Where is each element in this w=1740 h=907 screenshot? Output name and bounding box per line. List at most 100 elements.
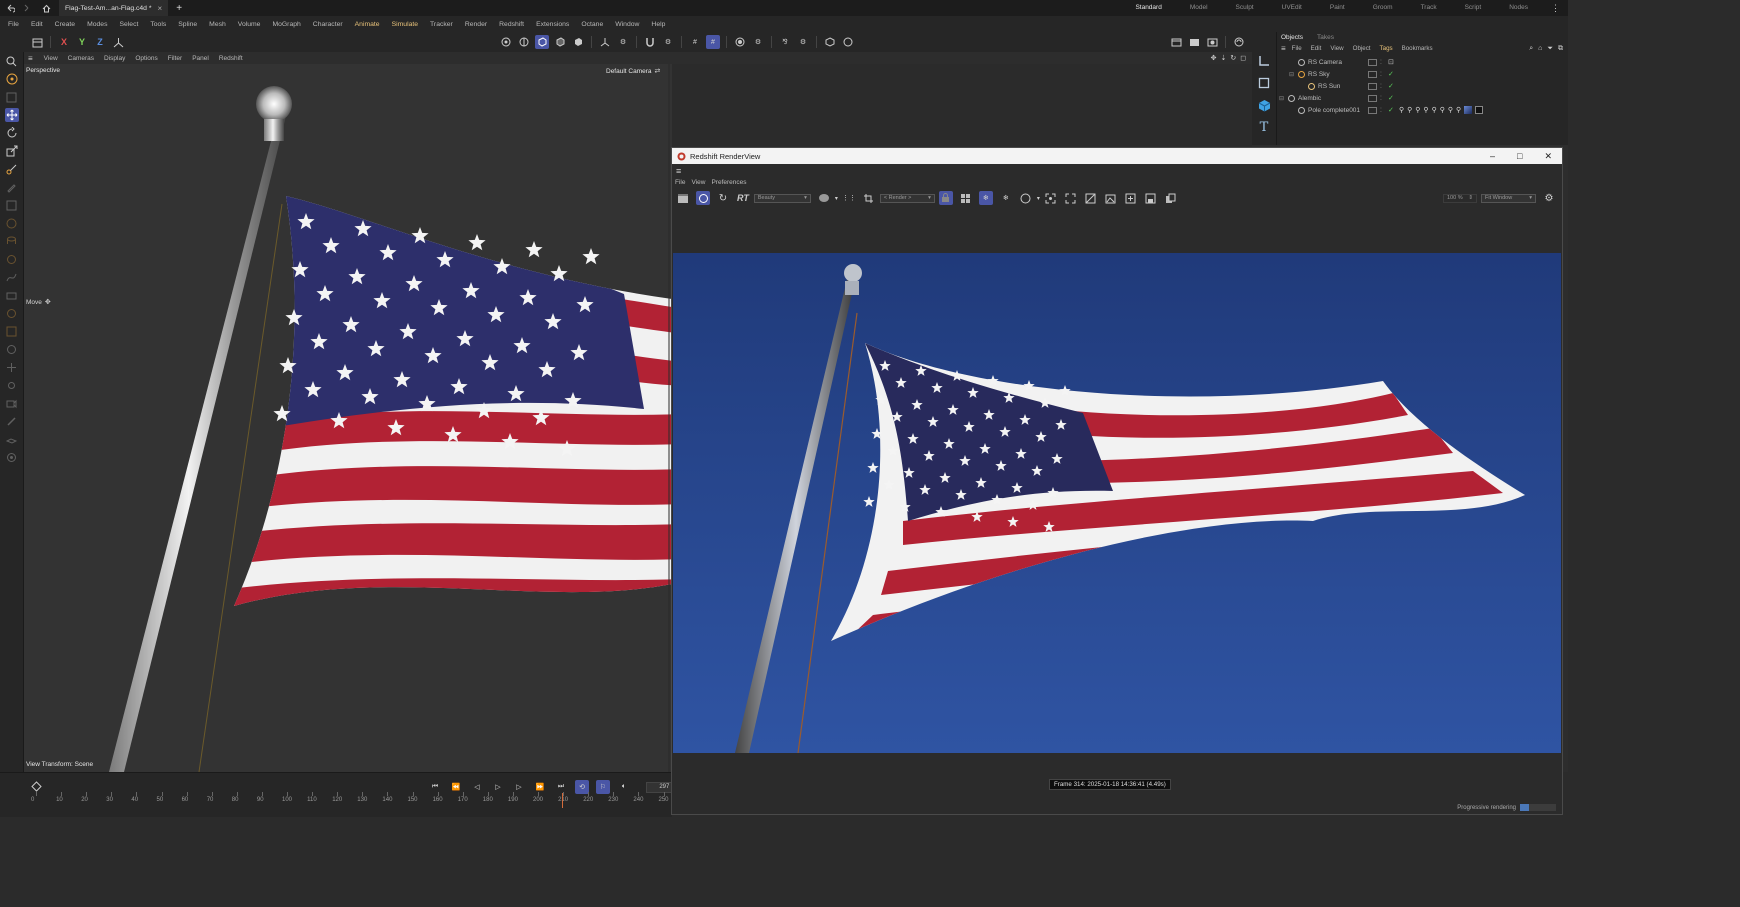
menu-edit[interactable]: Edit — [25, 21, 49, 28]
search-objects-icon[interactable]: ⌕ — [1529, 45, 1533, 53]
extrude-tool-icon[interactable] — [5, 288, 19, 302]
color-mode-arrow-icon[interactable]: ▾ — [835, 195, 838, 202]
om-menu-tags[interactable]: Tags — [1380, 45, 1393, 52]
refresh-render-icon[interactable]: ↻ — [716, 191, 730, 205]
workspace-tab-standard[interactable]: Standard — [1121, 0, 1175, 16]
menu-mograph[interactable]: MoGraph — [266, 21, 306, 28]
save-image-icon[interactable] — [1144, 191, 1158, 205]
menu-character[interactable]: Character — [307, 21, 349, 28]
fit-dropdown[interactable]: Fit Window ▾ — [1481, 193, 1536, 203]
text-spline-icon[interactable]: T — [1257, 120, 1271, 135]
filter-icon[interactable]: ⏷ — [1547, 45, 1553, 53]
viewport-menu-view[interactable]: View — [39, 55, 63, 62]
enabled-check-icon[interactable]: ✓ — [1388, 82, 1396, 90]
tag-icon[interactable]: ⚲ — [1407, 106, 1412, 114]
renderview-menu-file[interactable]: File — [675, 179, 685, 186]
menu-file[interactable]: File — [2, 21, 25, 28]
ipr-toggle-icon[interactable] — [696, 191, 710, 205]
timeline-playhead[interactable] — [562, 793, 563, 808]
rt-toggle[interactable]: RT — [737, 193, 749, 203]
points-mode-icon[interactable] — [553, 35, 567, 49]
render-to-picture-viewer-icon[interactable] — [1187, 35, 1201, 49]
cube-primitive-icon[interactable] — [5, 198, 19, 212]
expand-toggle-icon[interactable]: ⊟ — [1279, 95, 1288, 102]
workspace-tab-paint[interactable]: Paint — [1316, 0, 1359, 16]
menu-window[interactable]: Window — [609, 21, 645, 28]
tag-icon[interactable]: ⚲ — [1456, 106, 1461, 114]
visibility-dots-icon[interactable]: ⁚ — [1380, 95, 1385, 102]
workspace-tab-nodes[interactable]: Nodes — [1495, 0, 1542, 16]
sphere-primitive-icon[interactable] — [5, 216, 19, 230]
add-snapshot-icon[interactable] — [1124, 191, 1138, 205]
compare-icon[interactable] — [1084, 191, 1098, 205]
fit-focus-icon[interactable] — [1044, 191, 1058, 205]
viewport-menu-panel[interactable]: Panel — [187, 55, 214, 62]
menu-render[interactable]: Render — [459, 21, 493, 28]
object-mode-icon[interactable] — [535, 35, 549, 49]
menu-volume[interactable]: Volume — [232, 21, 267, 28]
viewport-menu-filter[interactable]: Filter — [163, 55, 187, 62]
null-object-icon[interactable] — [5, 450, 19, 464]
floor-object-icon[interactable] — [5, 432, 19, 446]
render-output-canvas[interactable] — [673, 253, 1561, 753]
tag-icon[interactable]: ⚲ — [1415, 106, 1420, 114]
deformer-icon[interactable] — [5, 306, 19, 320]
tag-icon[interactable]: ⚲ — [1440, 106, 1445, 114]
viewport-menu-cameras[interactable]: Cameras — [63, 55, 99, 62]
lock-region-icon[interactable] — [938, 191, 953, 205]
texture-mode-icon[interactable] — [517, 35, 531, 49]
visibility-dots-icon[interactable]: ⁚ — [1380, 107, 1385, 114]
render-view-icon[interactable] — [1169, 35, 1183, 49]
magnet-snap-icon[interactable] — [643, 35, 657, 49]
menu-tools[interactable]: Tools — [144, 21, 172, 28]
renderview-hamburger-icon[interactable]: ≡ — [676, 166, 681, 176]
enabled-check-icon[interactable]: ✓ — [1388, 70, 1396, 78]
close-window-icon[interactable]: ✕ — [1544, 151, 1552, 162]
cylinder-primitive-icon[interactable] — [5, 234, 19, 248]
document-tab[interactable]: Flag-Test-Am...an-Flag.c4d * × — [59, 0, 169, 16]
undo-icon[interactable] — [6, 4, 15, 13]
effector-icon[interactable] — [5, 342, 19, 356]
close-tab-icon[interactable]: × — [158, 4, 163, 13]
object-manager-hamburger-icon[interactable]: ≡ — [1281, 44, 1286, 53]
home-hierarchy-icon[interactable]: ⌂ — [1538, 45, 1542, 52]
python-generator-icon[interactable] — [841, 35, 855, 49]
light-icon[interactable] — [5, 378, 19, 392]
viewport-menu-options[interactable]: Options — [130, 55, 162, 62]
menu-spline[interactable]: Spline — [172, 21, 203, 28]
z-axis-lock-button[interactable]: Z — [93, 35, 107, 49]
snowflake-denoise-icon[interactable]: ❄ — [999, 191, 1013, 205]
workspace-tab-script[interactable]: Script — [1451, 0, 1496, 16]
move-tool-icon[interactable] — [4, 108, 19, 122]
axis-settings-gear-icon[interactable]: ⚙ — [616, 35, 630, 49]
crop-region-icon[interactable] — [862, 191, 876, 205]
material-tag-icon[interactable] — [1464, 106, 1473, 114]
menu-simulate[interactable]: Simulate — [386, 21, 424, 28]
dolly-view-icon[interactable]: ⇣ — [1220, 54, 1226, 62]
render-dropdown[interactable]: < Render > ▾ — [879, 193, 935, 203]
om-menu-file[interactable]: File — [1292, 45, 1302, 52]
redshift-ipr-icon[interactable] — [1232, 35, 1246, 49]
undo-history-icon[interactable] — [30, 35, 44, 49]
circle-pick-arrow-icon[interactable]: ▾ — [1037, 195, 1040, 202]
x-axis-lock-button[interactable]: X — [57, 35, 71, 49]
layer-toggle-icon[interactable] — [1368, 94, 1377, 102]
tag-icon[interactable]: ⚲ — [1423, 106, 1428, 114]
color-mode-icon[interactable] — [817, 191, 831, 205]
viewport-solo-icon[interactable] — [733, 35, 747, 49]
renderview-menu-view[interactable]: View — [691, 179, 705, 186]
menu-redshift[interactable]: Redshift — [493, 21, 530, 28]
pen-tool-icon[interactable] — [5, 180, 19, 194]
maximize-view-icon[interactable]: ◻ — [1240, 54, 1246, 62]
minimize-icon[interactable]: – — [1490, 151, 1495, 161]
polygon-mode-icon[interactable] — [571, 35, 585, 49]
buckets-grid-icon[interactable] — [959, 191, 973, 205]
visibility-dots-icon[interactable]: ⁚ — [1380, 59, 1385, 66]
menu-animate[interactable]: Animate — [349, 21, 386, 28]
tag-icon[interactable]: ⚲ — [1399, 106, 1404, 114]
snow-effects-icon[interactable]: ❄ — [978, 191, 993, 205]
tag-icon[interactable]: ⚲ — [1448, 106, 1453, 114]
pan-view-icon[interactable]: ✥ — [1211, 54, 1217, 62]
cube-object-icon[interactable] — [1257, 98, 1271, 112]
om-tab-objects[interactable]: Objects — [1281, 34, 1303, 41]
